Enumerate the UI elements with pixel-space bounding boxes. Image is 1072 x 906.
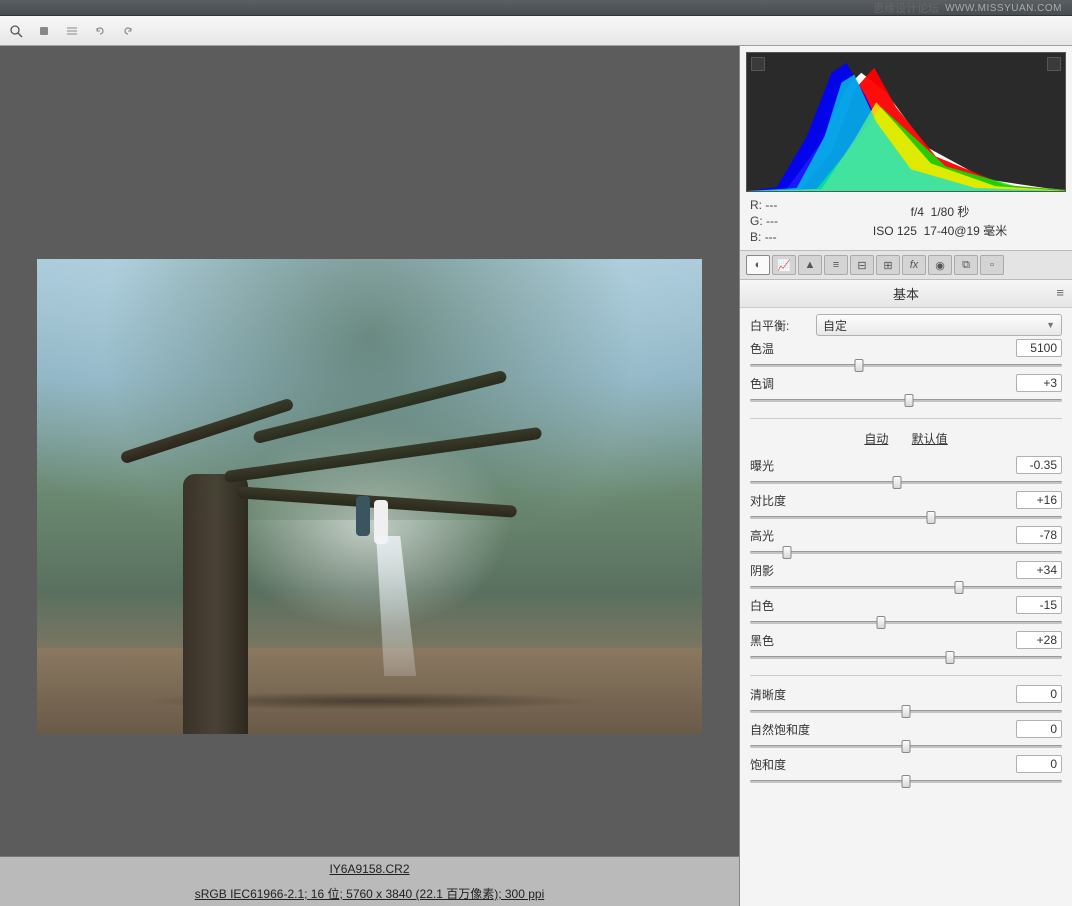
contrast-value[interactable]: +16 — [1016, 491, 1062, 509]
auto-link[interactable]: 自动 — [864, 432, 888, 446]
basic-panel: 白平衡: 自定 ▼ 色温 5100 色调 +3 自动 默认值 曝光 -0.35 对比度 +1… — [740, 308, 1072, 796]
clarity-label: 清晰度 — [750, 686, 786, 703]
tint-track[interactable] — [750, 393, 1062, 407]
exposure-label: 曝光 — [750, 457, 774, 474]
auto-default-links: 自动 默认值 — [750, 428, 1062, 453]
highlights-track[interactable] — [750, 545, 1062, 559]
vibrance-value[interactable]: 0 — [1016, 720, 1062, 738]
whites-slider: 白色 -15 — [750, 596, 1062, 629]
temperature-label: 色温 — [750, 340, 774, 357]
watermark-zh: 思缘设计论坛 — [873, 0, 939, 16]
clarity-value[interactable]: 0 — [1016, 685, 1062, 703]
zoom-tool-icon[interactable] — [8, 23, 24, 39]
tab-fx-icon[interactable]: fx — [902, 255, 926, 275]
temperature-track[interactable] — [750, 358, 1062, 372]
highlight-clip-icon[interactable] — [1047, 57, 1061, 71]
exposure-slider: 曝光 -0.35 — [750, 456, 1062, 489]
exif-readout: f/4 1/80 秒 ISO 125 17-40@19 毫米 — [818, 203, 1062, 239]
watermark-url: WWW.MISSYUAN.COM — [945, 3, 1062, 14]
tab-presets-icon[interactable]: ⧉ — [954, 255, 978, 275]
tab-basic-icon[interactable]: ◐ — [746, 255, 770, 275]
title-bar: 思缘设计论坛 WWW.MISSYUAN.COM — [0, 0, 1072, 16]
tab-camera-icon[interactable]: ◉ — [928, 255, 952, 275]
vibrance-label: 自然饱和度 — [750, 721, 810, 738]
clarity-slider: 清晰度 0 — [750, 685, 1062, 718]
shadow-clip-icon[interactable] — [751, 57, 765, 71]
blacks-track[interactable] — [750, 650, 1062, 664]
tab-hsl-icon[interactable]: ≡ — [824, 255, 848, 275]
saturation-track[interactable] — [750, 774, 1062, 788]
vibrance-track[interactable] — [750, 739, 1062, 753]
blacks-label: 黑色 — [750, 632, 774, 649]
tab-curve-icon[interactable]: 📈 — [772, 255, 796, 275]
image-info-label: sRGB IEC61966-2.1; 16 位; 5760 x 3840 (22… — [0, 881, 739, 906]
canvas-viewport[interactable] — [0, 46, 739, 856]
watermark: 思缘设计论坛 WWW.MISSYUAN.COM — [873, 0, 1062, 16]
highlights-label: 高光 — [750, 527, 774, 544]
clarity-track[interactable] — [750, 704, 1062, 718]
whites-label: 白色 — [750, 597, 774, 614]
main-area: IY6A9158.CR2 sRGB IEC61966-2.1; 16 位; 57… — [0, 46, 1072, 906]
tint-value[interactable]: +3 — [1016, 374, 1062, 392]
saturation-label: 饱和度 — [750, 756, 786, 773]
vibrance-slider: 自然饱和度 0 — [750, 720, 1062, 753]
rotate-cw-icon[interactable] — [120, 23, 136, 39]
shadows-track[interactable] — [750, 580, 1062, 594]
tab-lens-icon[interactable]: ⊞ — [876, 255, 900, 275]
panel-tabs: ◐ 📈 ▲ ≡ ⊟ ⊞ fx ◉ ⧉ ▫ — [740, 250, 1072, 280]
tint-slider: 色调 +3 — [750, 374, 1062, 407]
white-balance-dropdown[interactable]: 自定 ▼ — [816, 314, 1062, 336]
tab-snapshots-icon[interactable]: ▫ — [980, 255, 1004, 275]
list-icon[interactable] — [64, 23, 80, 39]
saturation-value[interactable]: 0 — [1016, 755, 1062, 773]
panel-menu-icon[interactable]: ≡ — [1056, 285, 1064, 300]
tab-split-icon[interactable]: ⊟ — [850, 255, 874, 275]
white-balance-label: 白平衡: — [750, 317, 810, 334]
temperature-slider: 色温 5100 — [750, 339, 1062, 372]
chevron-down-icon: ▼ — [1046, 320, 1055, 330]
highlights-value[interactable]: -78 — [1016, 526, 1062, 544]
highlights-slider: 高光 -78 — [750, 526, 1062, 559]
hand-tool-icon[interactable] — [36, 23, 52, 39]
contrast-slider: 对比度 +16 — [750, 491, 1062, 524]
temperature-value[interactable]: 5100 — [1016, 339, 1062, 357]
section-title: 基本 ≡ — [740, 280, 1072, 308]
whites-track[interactable] — [750, 615, 1062, 629]
contrast-track[interactable] — [750, 510, 1062, 524]
default-link[interactable]: 默认值 — [912, 432, 948, 446]
exposure-value[interactable]: -0.35 — [1016, 456, 1062, 474]
contrast-label: 对比度 — [750, 492, 786, 509]
shadows-label: 阴影 — [750, 562, 774, 579]
exposure-track[interactable] — [750, 475, 1062, 489]
filename-label: IY6A9158.CR2 — [0, 856, 739, 881]
options-bar — [0, 16, 1072, 46]
rgb-readout: R: --- G: --- B: --- f/4 1/80 秒 ISO 125 … — [740, 192, 1072, 250]
right-panel: R: --- G: --- B: --- f/4 1/80 秒 ISO 125 … — [739, 46, 1072, 906]
photo-preview — [37, 259, 702, 734]
whites-value[interactable]: -15 — [1016, 596, 1062, 614]
histogram[interactable] — [746, 52, 1066, 192]
canvas-area: IY6A9158.CR2 sRGB IEC61966-2.1; 16 位; 57… — [0, 46, 739, 906]
shadows-value[interactable]: +34 — [1016, 561, 1062, 579]
tab-detail-icon[interactable]: ▲ — [798, 255, 822, 275]
tint-label: 色调 — [750, 375, 774, 392]
blacks-value[interactable]: +28 — [1016, 631, 1062, 649]
blacks-slider: 黑色 +28 — [750, 631, 1062, 664]
shadows-slider: 阴影 +34 — [750, 561, 1062, 594]
saturation-slider: 饱和度 0 — [750, 755, 1062, 788]
rotate-ccw-icon[interactable] — [92, 23, 108, 39]
